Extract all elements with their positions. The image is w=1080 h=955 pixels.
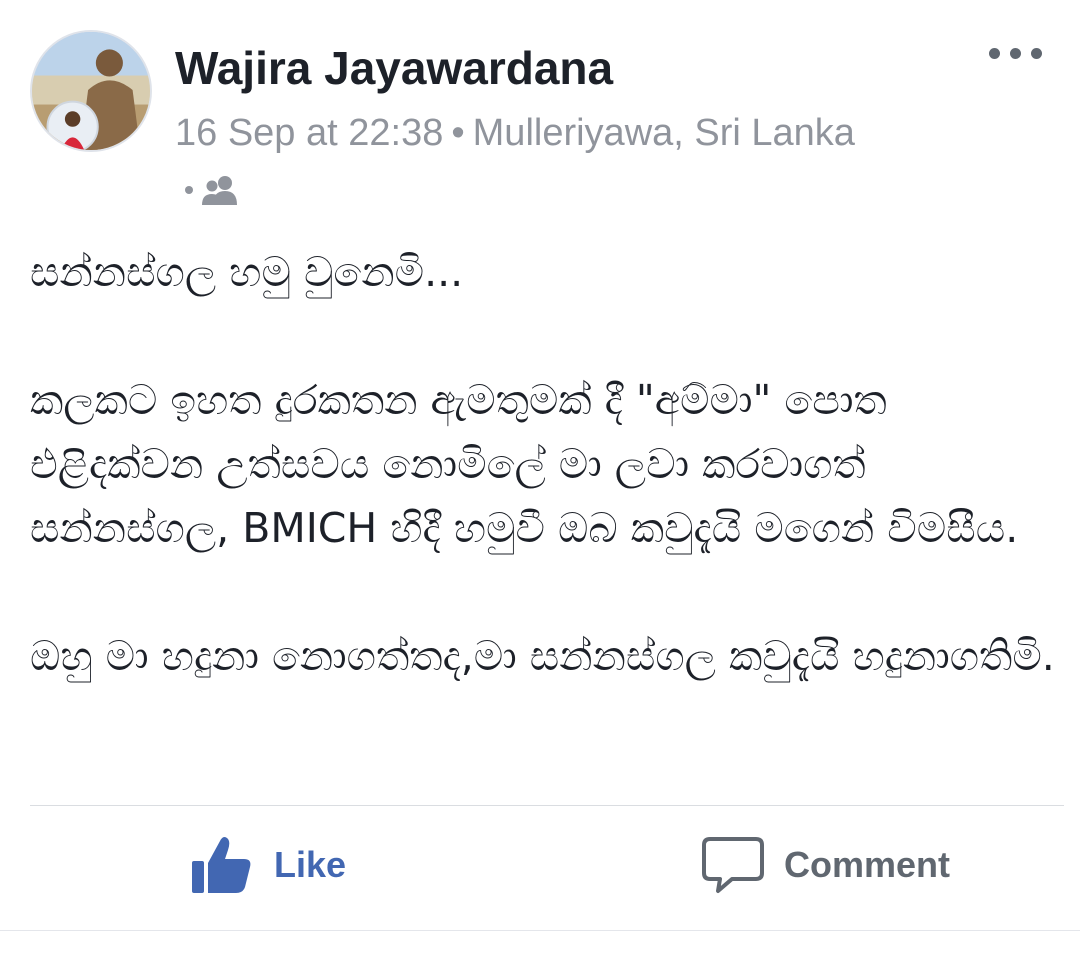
- meta-separator: •: [451, 112, 465, 154]
- post-body: සන්නස්ගල හමු වුනෙමි... කලකට ඉහත දුරකතන ඇ…: [30, 240, 1060, 688]
- more-dot: [1010, 48, 1021, 59]
- post-location[interactable]: Mulleriyawa, Sri Lanka: [473, 112, 855, 154]
- audience-separator-dot: [185, 186, 193, 194]
- more-dot: [1031, 48, 1042, 59]
- divider: [30, 805, 1064, 806]
- more-options-button[interactable]: [989, 48, 1042, 59]
- like-button[interactable]: Like: [190, 830, 346, 900]
- more-dot: [989, 48, 1000, 59]
- thumbs-up-icon: [190, 835, 254, 895]
- post-meta: 16 Sep at 22:38 • Mulleriyawa, Sri Lanka: [175, 110, 855, 156]
- post-paragraph: ඔහු මා හදුනා නොගත්තද,මා සන්නස්ගල කවුදැයි…: [30, 632, 1055, 680]
- comment-button[interactable]: Comment: [702, 830, 950, 900]
- speech-bubble-icon: [702, 835, 764, 895]
- post-paragraph: කලකට ඉහත දුරකතන ඇමතුමක් දී "අම්මා" පොත එ…: [30, 376, 1019, 552]
- bottom-divider: [0, 930, 1080, 931]
- friends-icon: [201, 175, 239, 205]
- avatar[interactable]: [30, 30, 152, 152]
- post-paragraph: සන්නස්ගල හමු වුනෙමි...: [30, 248, 464, 296]
- author-name[interactable]: Wajira Jayawardana: [175, 40, 613, 96]
- audience-selector[interactable]: [185, 172, 239, 208]
- post-timestamp[interactable]: 16 Sep at 22:38: [175, 112, 443, 154]
- comment-label: Comment: [784, 844, 951, 885]
- profile-photo-icon: [32, 32, 150, 150]
- like-label: Like: [274, 844, 347, 885]
